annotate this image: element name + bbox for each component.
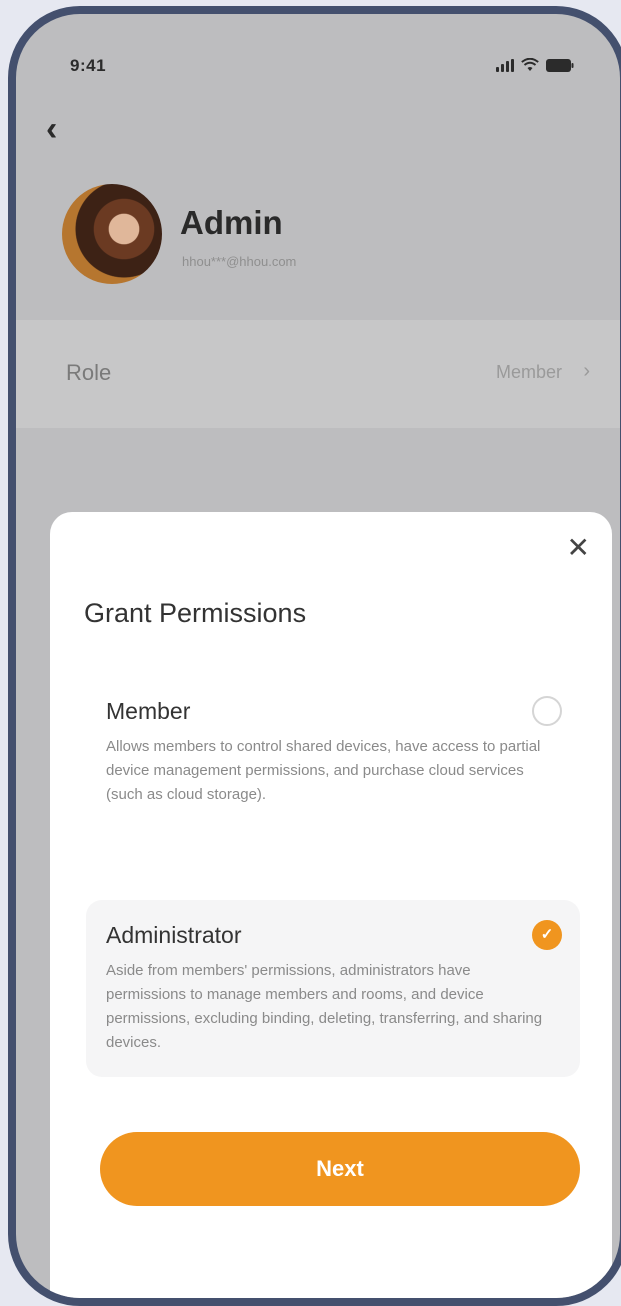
role-value: Member	[495, 362, 562, 382]
radio-checked-icon[interactable]: ✓	[532, 920, 562, 950]
screen: 9:41 ‹ Admin hhou***@hhou.com Role Membe…	[16, 14, 620, 1298]
phone-frame: 9:41 ‹ Admin hhou***@hhou.com Role Membe…	[8, 6, 621, 1306]
option-title: Member	[106, 698, 191, 724]
status-icons	[496, 58, 574, 72]
profile-email: hhou***@hhou.com	[182, 254, 297, 269]
signal-icon	[496, 59, 514, 72]
option-administrator[interactable]: Administrator Aside from members' permis…	[86, 900, 580, 1077]
profile-name: Admin	[180, 204, 283, 241]
option-description: Allows members to control shared devices…	[106, 738, 541, 803]
role-row[interactable]: Role Member ›	[16, 320, 620, 428]
sheet-title: Grant Permissions	[84, 598, 307, 628]
radio-unchecked-icon[interactable]	[532, 696, 562, 726]
grant-permissions-sheet: ✕ Grant Permissions Member Allows member…	[50, 512, 612, 1298]
back-chevron-icon[interactable]: ‹	[46, 110, 57, 149]
role-label: Role	[66, 360, 112, 385]
close-icon[interactable]: ✕	[567, 534, 590, 562]
battery-icon	[546, 59, 574, 72]
option-member[interactable]: Member Allows members to control shared …	[86, 676, 580, 829]
avatar	[62, 184, 162, 284]
option-title: Administrator	[106, 922, 242, 948]
status-time: 9:41	[70, 56, 107, 75]
wifi-icon	[521, 58, 539, 71]
next-button[interactable]: Next	[100, 1132, 580, 1206]
chevron-right-icon: ›	[583, 360, 590, 382]
option-description: Aside from members' permissions, adminis…	[106, 962, 543, 1051]
